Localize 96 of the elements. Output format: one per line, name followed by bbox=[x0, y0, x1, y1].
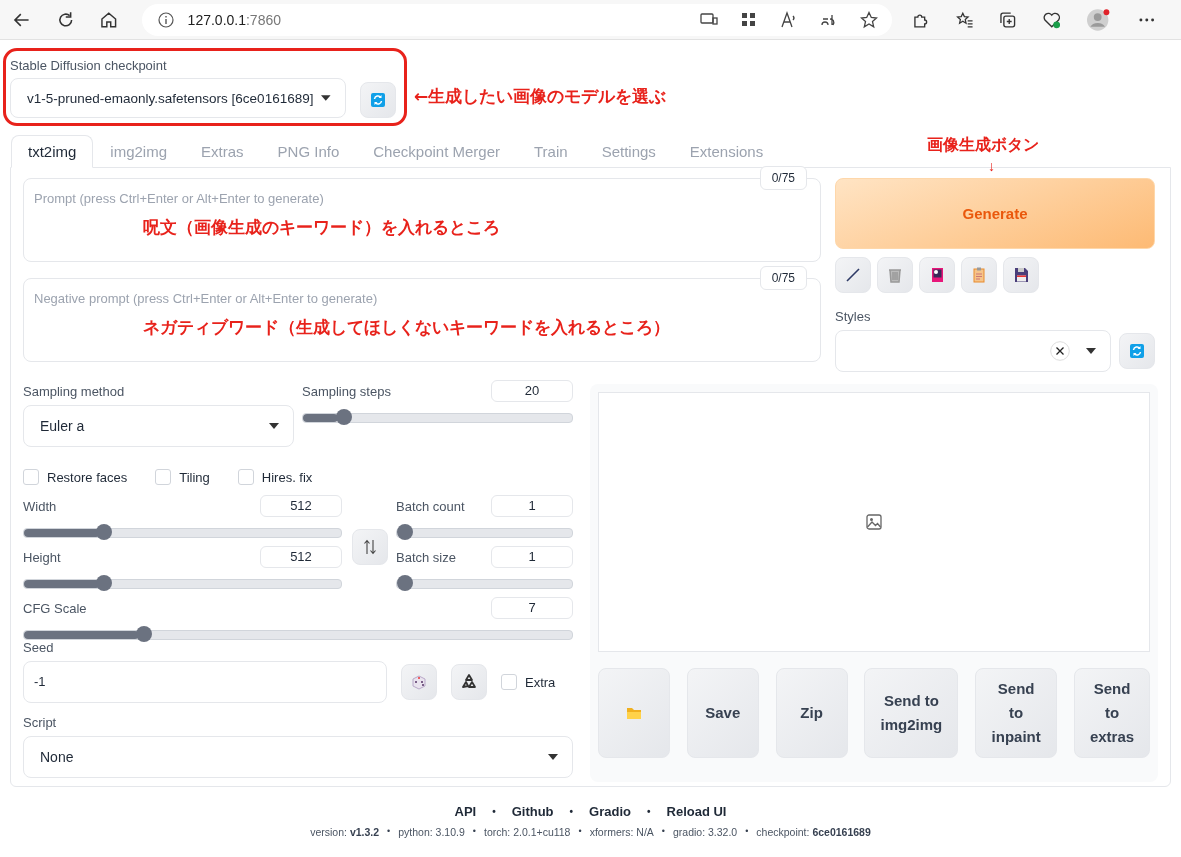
caret-icon bbox=[548, 754, 558, 760]
field-label: Sampling steps bbox=[302, 384, 391, 399]
star-icon[interactable] bbox=[860, 10, 879, 29]
slider-thumb[interactable] bbox=[96, 524, 113, 540]
dice-icon bbox=[410, 673, 428, 691]
trash-icon bbox=[886, 266, 904, 284]
pencil-icon bbox=[844, 266, 862, 284]
field-label: Script bbox=[23, 715, 58, 730]
caret-icon bbox=[1086, 348, 1097, 354]
number-field[interactable]: 512 bbox=[260, 546, 342, 568]
checkbox-label[interactable]: Restore faces bbox=[47, 469, 128, 485]
token-counter: 0/75 bbox=[759, 166, 807, 190]
health-icon[interactable] bbox=[1042, 10, 1061, 29]
output-button[interactable]: Send to extras bbox=[1074, 668, 1150, 758]
clipboard-icon bbox=[970, 266, 988, 284]
separator-dot: • bbox=[569, 805, 574, 819]
separator-dot: • bbox=[647, 805, 651, 819]
separator-dot: • bbox=[578, 826, 582, 838]
sampling-method-dropdown[interactable]: Euler a bbox=[23, 405, 294, 447]
separator-dot: • bbox=[472, 826, 476, 838]
number-field[interactable]: 1 bbox=[491, 546, 573, 568]
output-button[interactable]: Send to inpaint bbox=[975, 668, 1058, 758]
footer-link[interactable]: Github bbox=[511, 804, 554, 820]
version-info: checkpoint: 6ce0161689 bbox=[756, 826, 871, 838]
folder-icon bbox=[626, 706, 642, 720]
tab[interactable]: txt2img bbox=[11, 135, 94, 168]
separator-dot: • bbox=[492, 805, 496, 819]
slider-thumb[interactable] bbox=[335, 409, 352, 425]
refresh-icon bbox=[370, 92, 386, 108]
version-info: torch: 2.0.1+cu118 bbox=[483, 826, 571, 838]
separator-dot: • bbox=[661, 826, 665, 838]
tool-button[interactable] bbox=[1003, 257, 1039, 293]
checkbox[interactable] bbox=[23, 469, 39, 485]
swap-arrows-icon bbox=[364, 539, 376, 555]
swap-button[interactable] bbox=[352, 529, 388, 565]
version-info: xformers: N/A bbox=[589, 826, 654, 838]
number-field[interactable]: 7 bbox=[491, 597, 573, 619]
seed-field[interactable]: -1 bbox=[23, 661, 387, 703]
slider-thumb[interactable] bbox=[96, 575, 113, 591]
checkbox-label[interactable]: Hires. fix bbox=[261, 469, 313, 485]
separator-dot: • bbox=[745, 826, 749, 838]
annotation-text: 画像生成ボタン bbox=[927, 135, 1039, 156]
tool-button[interactable] bbox=[919, 257, 955, 293]
avatar-icon[interactable] bbox=[1086, 7, 1112, 32]
number-field[interactable]: 512 bbox=[260, 495, 342, 517]
output-button[interactable]: Send to img2img bbox=[864, 668, 959, 758]
favorites-icon[interactable] bbox=[955, 10, 974, 29]
output-button[interactable]: Zip bbox=[775, 668, 848, 758]
caret-icon bbox=[321, 95, 331, 101]
version-info: python: 3.10.9 bbox=[398, 826, 465, 838]
field-label: Height bbox=[23, 550, 61, 565]
version-info: version: v1.3.2 bbox=[310, 826, 380, 838]
number-field[interactable]: 20 bbox=[491, 380, 573, 402]
checkbox[interactable] bbox=[237, 469, 254, 485]
field-label: Width bbox=[23, 499, 57, 514]
field-label: CFG Scale bbox=[23, 601, 87, 616]
script-dropdown[interactable]: None bbox=[23, 736, 573, 778]
collections-icon[interactable] bbox=[999, 10, 1017, 29]
refresh-button[interactable] bbox=[360, 82, 396, 118]
slider-thumb[interactable] bbox=[397, 524, 413, 540]
refresh-icon bbox=[1129, 343, 1146, 359]
footer-link[interactable]: Reload UI bbox=[666, 804, 727, 820]
annotation-text: ネガティブワード（生成してほしくないキーワードを入れるところ） bbox=[143, 316, 670, 339]
field-label: Sampling method bbox=[23, 384, 126, 399]
slider-thumb[interactable] bbox=[135, 626, 152, 642]
number-field[interactable]: 1 bbox=[491, 495, 573, 517]
separator-dot: • bbox=[387, 826, 391, 838]
address-bar[interactable]: 127.0.0.1:7860 bbox=[141, 3, 893, 36]
footer-link[interactable]: API bbox=[454, 804, 477, 820]
field-label: Seed bbox=[23, 640, 55, 655]
field-label: Stable Diffusion checkpoint bbox=[10, 58, 168, 73]
field-label: Styles bbox=[835, 309, 872, 324]
info-icon bbox=[157, 11, 174, 28]
reload-icon[interactable] bbox=[56, 10, 75, 29]
annotation-text: ←生成したい画像のモデルを選ぶ bbox=[414, 85, 667, 108]
footer-link[interactable]: Gradio bbox=[589, 804, 631, 820]
token-counter: 0/75 bbox=[759, 266, 807, 290]
caret-icon bbox=[269, 423, 279, 429]
field-label: Batch count bbox=[396, 499, 465, 514]
field-label: Batch size bbox=[396, 550, 456, 565]
checkpoint-dropdown[interactable]: v1-5-pruned-emaonly.safetensors [6ce0161689] bbox=[10, 78, 346, 118]
reuse-seed-button[interactable] bbox=[451, 664, 487, 700]
home-icon[interactable] bbox=[100, 10, 118, 29]
refresh-button[interactable] bbox=[1119, 333, 1155, 369]
annotation-arrow: ↓ bbox=[988, 158, 995, 174]
annotation-text: 呪文（画像生成のキーワード）を入れるところ bbox=[143, 216, 500, 239]
checkbox[interactable] bbox=[501, 674, 517, 690]
version-info: gradio: 3.32.0 bbox=[672, 826, 738, 838]
output-button[interactable]: Save bbox=[686, 668, 759, 758]
clear-icon[interactable] bbox=[1050, 341, 1071, 361]
url-text: 127.0.0.1:7860 bbox=[187, 11, 282, 28]
checkbox-label[interactable]: Extra bbox=[525, 674, 556, 690]
image-icon bbox=[865, 513, 883, 531]
checkbox-label[interactable]: Tiling bbox=[179, 469, 210, 485]
slider-thumb[interactable] bbox=[397, 575, 413, 591]
checkbox[interactable] bbox=[155, 469, 172, 485]
